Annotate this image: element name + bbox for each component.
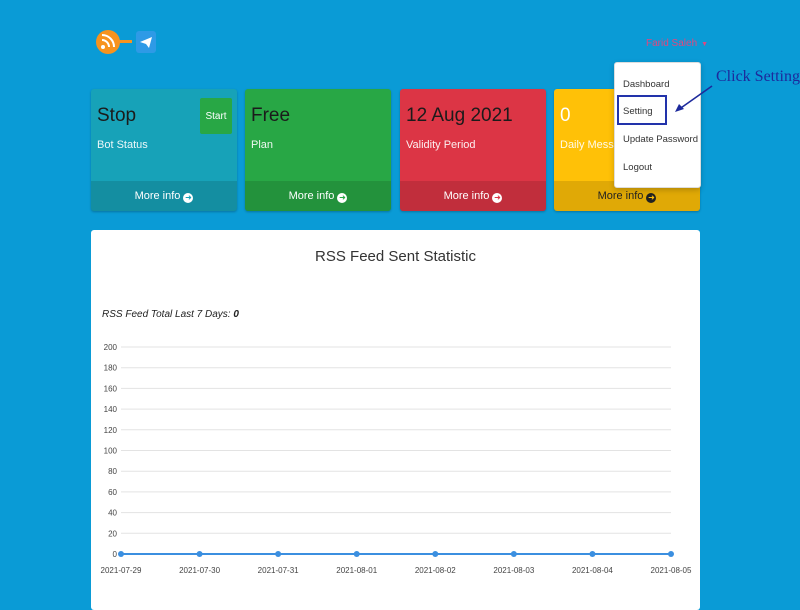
arrow-circle-right-icon: ➜	[492, 193, 503, 203]
annotation-text: Click Setting	[716, 68, 800, 85]
rss-icon	[96, 30, 132, 54]
card-value: Free	[251, 105, 291, 126]
y-tick-label: 140	[104, 405, 118, 414]
y-tick-label: 200	[104, 343, 118, 352]
y-tick-label: 20	[108, 529, 117, 538]
x-tick-label: 2021-07-29	[101, 566, 142, 575]
card-value: 0	[560, 105, 571, 126]
y-tick-label: 100	[104, 447, 118, 456]
x-tick-label: 2021-08-02	[415, 566, 456, 575]
arrow-circle-right-icon: ➜	[183, 193, 194, 203]
data-point	[275, 551, 282, 557]
y-tick-label: 160	[104, 384, 118, 393]
more-info-label: More info	[134, 190, 181, 202]
menu-item-update-password[interactable]: Update Password	[623, 134, 698, 145]
x-tick-label: 2021-08-05	[651, 566, 692, 575]
x-tick-label: 2021-08-04	[572, 566, 613, 575]
user-menu-toggle[interactable]: Farid Saleh ▼	[646, 38, 708, 49]
card-label: Plan	[251, 139, 274, 151]
caret-down-icon: ▼	[701, 41, 709, 48]
x-tick-label: 2021-08-01	[336, 566, 377, 575]
more-info-link[interactable]: More info ➜	[245, 181, 391, 211]
more-info-link[interactable]: More info ➜	[91, 181, 237, 211]
brand-logo	[96, 30, 156, 54]
x-tick-label: 2021-07-31	[258, 566, 299, 575]
menu-item-dashboard[interactable]: Dashboard	[623, 79, 669, 90]
menu-item-logout[interactable]: Logout	[623, 162, 652, 173]
start-button[interactable]: Start	[200, 98, 232, 134]
y-tick-label: 120	[104, 426, 118, 435]
more-info-label: More info	[288, 190, 335, 202]
card-value: Stop	[97, 105, 137, 126]
x-tick-label: 2021-07-30	[179, 566, 220, 575]
y-tick-label: 60	[108, 488, 117, 497]
data-point	[353, 551, 360, 557]
annotation-arrow-icon	[675, 85, 713, 112]
user-dropdown-menu: Dashboard Setting Update Password Logout	[614, 62, 701, 188]
data-point	[196, 551, 203, 557]
card-label: Bot Status	[97, 139, 148, 151]
more-info-label: More info	[597, 190, 644, 202]
y-tick-label: 180	[104, 364, 118, 373]
data-point	[510, 551, 517, 557]
annotation-highlight-box	[617, 95, 667, 125]
more-info-label: More info	[443, 190, 490, 202]
arrow-circle-right-icon: ➜	[337, 193, 348, 203]
data-point	[118, 551, 124, 557]
y-tick-label: 40	[108, 509, 117, 518]
telegram-icon	[136, 31, 156, 53]
data-point	[432, 551, 439, 557]
plan-card: Free Plan More info ➜	[245, 89, 391, 211]
more-info-link[interactable]: More info ➜	[400, 181, 546, 211]
card-label: Validity Period	[406, 139, 476, 151]
statistics-panel: RSS Feed Sent Statistic RSS Feed Total L…	[91, 230, 700, 610]
arrow-circle-right-icon: ➜	[646, 193, 657, 203]
y-tick-label: 0	[113, 550, 118, 559]
card-value: 12 Aug 2021	[406, 105, 513, 126]
data-point	[589, 551, 596, 557]
user-name: Farid Saleh	[646, 38, 698, 49]
line-chart: 0 20 40 60 80 100 120 140 160 180 200 2021-07-29 202…	[101, 343, 692, 575]
y-tick-label: 80	[108, 467, 117, 476]
x-tick-label: 2021-08-03	[493, 566, 534, 575]
data-point	[668, 551, 674, 557]
validity-period-card: 12 Aug 2021 Validity Period More info ➜	[400, 89, 546, 211]
